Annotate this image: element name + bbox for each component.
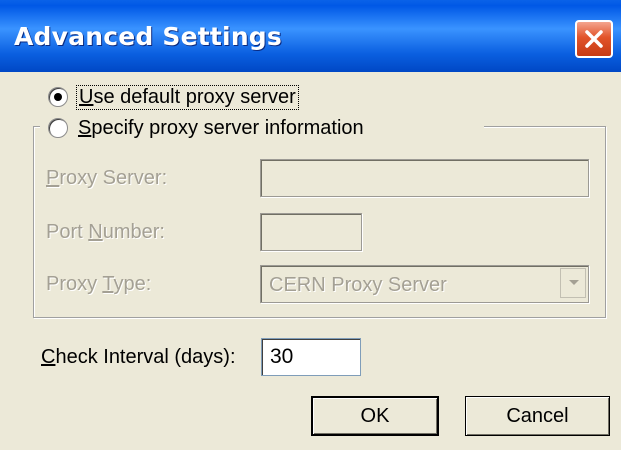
- radio-button[interactable]: [48, 118, 68, 138]
- specify-proxy-radio[interactable]: Specify proxy server information: [48, 113, 364, 143]
- chevron-down-icon: [569, 280, 579, 285]
- proxy-server-input[interactable]: [260, 159, 589, 197]
- close-button[interactable]: [575, 20, 613, 58]
- proxy-server-label: Proxy Server:: [46, 167, 168, 189]
- check-interval-label: Check Interval (days):: [41, 346, 236, 368]
- use-default-proxy-radio[interactable]: Use default proxy server: [48, 82, 299, 112]
- use-default-proxy-label: Use default proxy server: [76, 84, 299, 110]
- title-bar[interactable]: Advanced Settings: [0, 0, 621, 72]
- proxy-type-label: Proxy Type:: [46, 273, 152, 295]
- radio-button-selected[interactable]: [48, 87, 68, 107]
- close-icon: [585, 30, 603, 48]
- port-number-input[interactable]: [260, 213, 362, 251]
- advanced-settings-dialog: Advanced Settings Use default proxy serv…: [0, 0, 621, 450]
- check-interval-input[interactable]: 30: [261, 338, 361, 376]
- ok-button[interactable]: OK: [311, 396, 439, 436]
- port-number-label: Port Number:: [46, 221, 165, 243]
- dropdown-button[interactable]: [560, 268, 586, 298]
- cancel-button[interactable]: Cancel: [465, 396, 610, 436]
- dialog-title: Advanced Settings: [14, 22, 282, 51]
- proxy-type-value: CERN Proxy Server: [269, 274, 447, 296]
- proxy-type-select[interactable]: CERN Proxy Server: [260, 265, 589, 303]
- specify-proxy-label: Specify proxy server information: [78, 116, 364, 139]
